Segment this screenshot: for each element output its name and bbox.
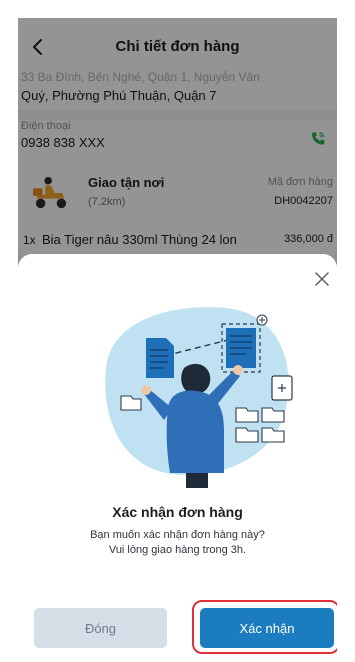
dialog-description: Bạn muốn xác nhận đơn hàng này? Vui lòng… (18, 528, 337, 558)
confirm-illustration (105, 307, 293, 488)
dialog-line-1: Bạn muốn xác nhận đơn hàng này? (90, 529, 265, 541)
dialog-title: Xác nhận đơn hàng (112, 504, 243, 520)
close-button[interactable]: Đóng (34, 608, 167, 648)
app-screen: Chi tiết đơn hàng 33 Ba Đình, Bến Nghé, … (18, 18, 337, 662)
confirm-button[interactable]: Xác nhận (200, 608, 334, 648)
confirm-order-sheet: Xác nhận đơn hàng Bạn muốn xác nhận đơn … (18, 254, 337, 662)
dialog-line-2: Vui lòng giao hàng trong 3h. (108, 544, 247, 556)
close-icon[interactable] (315, 272, 329, 286)
